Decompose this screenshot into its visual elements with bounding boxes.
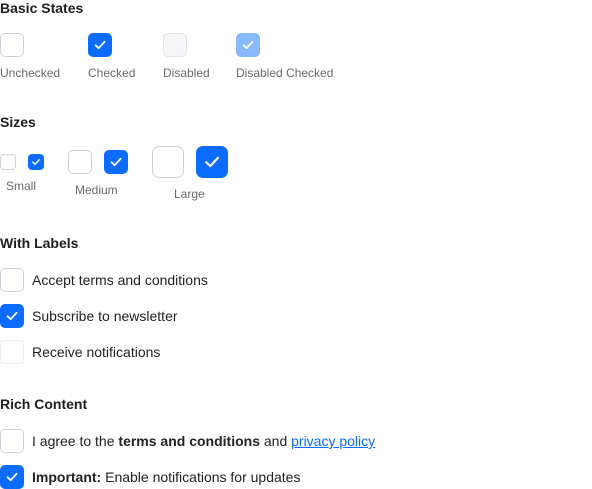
checkbox-disabled-checked: [236, 33, 260, 57]
checkbox-agree-terms[interactable]: [0, 429, 24, 453]
check-icon: [110, 157, 122, 167]
checkbox-accept-terms[interactable]: [0, 268, 24, 292]
checkbox-large-checked[interactable]: [196, 146, 228, 178]
checkbox-large-unchecked[interactable]: [152, 146, 184, 178]
privacy-policy-link[interactable]: privacy policy: [291, 433, 375, 449]
section-title-basic-states: Basic States: [0, 0, 84, 16]
label-important-bold: Important:: [32, 469, 102, 485]
check-icon: [6, 311, 18, 321]
section-title-with-labels: With Labels: [0, 235, 79, 251]
caption-unchecked: Unchecked: [0, 66, 61, 80]
caption-disabled-checked: Disabled Checked: [236, 66, 334, 80]
checkbox-row-notifications: Receive notifications: [0, 340, 160, 364]
label-agree-middle: and: [259, 433, 292, 449]
label-agree-prefix: I agree to the: [32, 433, 119, 449]
checkbox-medium-unchecked[interactable]: [68, 150, 92, 174]
label-agree-terms-bold: terms and conditions: [118, 433, 260, 449]
caption-checked: Checked: [88, 66, 136, 80]
label-notifications: Receive notifications: [32, 344, 161, 360]
section-title-rich-content: Rich Content: [0, 396, 88, 412]
checkbox-small-unchecked[interactable]: [0, 154, 16, 170]
caption-disabled: Disabled: [163, 66, 210, 80]
label-accept-terms: Accept terms and conditions: [32, 272, 208, 288]
checkbox-row-accept-terms[interactable]: Accept terms and conditions: [0, 268, 208, 292]
checkbox-row-important[interactable]: Important: Enable notifications for upda…: [0, 465, 300, 489]
checkbox-row-agree-terms[interactable]: I agree to the terms and conditions and …: [0, 429, 375, 453]
checkbox-medium-checked[interactable]: [104, 150, 128, 174]
caption-small: Small: [6, 179, 37, 193]
label-important-rest: Enable notifications for updates: [101, 469, 301, 485]
caption-large: Large: [174, 187, 205, 201]
check-icon: [32, 159, 40, 165]
caption-medium: Medium: [75, 183, 118, 197]
checkbox-row-newsletter[interactable]: Subscribe to newsletter: [0, 304, 178, 328]
check-icon: [242, 40, 254, 50]
checkbox-unchecked[interactable]: [0, 33, 24, 57]
checkbox-disabled: [163, 33, 187, 57]
checkbox-checked[interactable]: [88, 33, 112, 57]
check-icon: [6, 472, 18, 482]
checkbox-small-checked[interactable]: [28, 154, 44, 170]
label-important: Important: Enable notifications for upda…: [32, 469, 300, 485]
label-agree-terms: I agree to the terms and conditions and …: [32, 433, 375, 449]
label-newsletter: Subscribe to newsletter: [32, 308, 178, 324]
checkbox-newsletter[interactable]: [0, 304, 24, 328]
checkbox-notifications: [0, 340, 24, 364]
check-icon: [94, 40, 106, 50]
section-title-sizes: Sizes: [0, 114, 36, 130]
check-icon: [205, 156, 220, 168]
checkbox-important[interactable]: [0, 465, 24, 489]
